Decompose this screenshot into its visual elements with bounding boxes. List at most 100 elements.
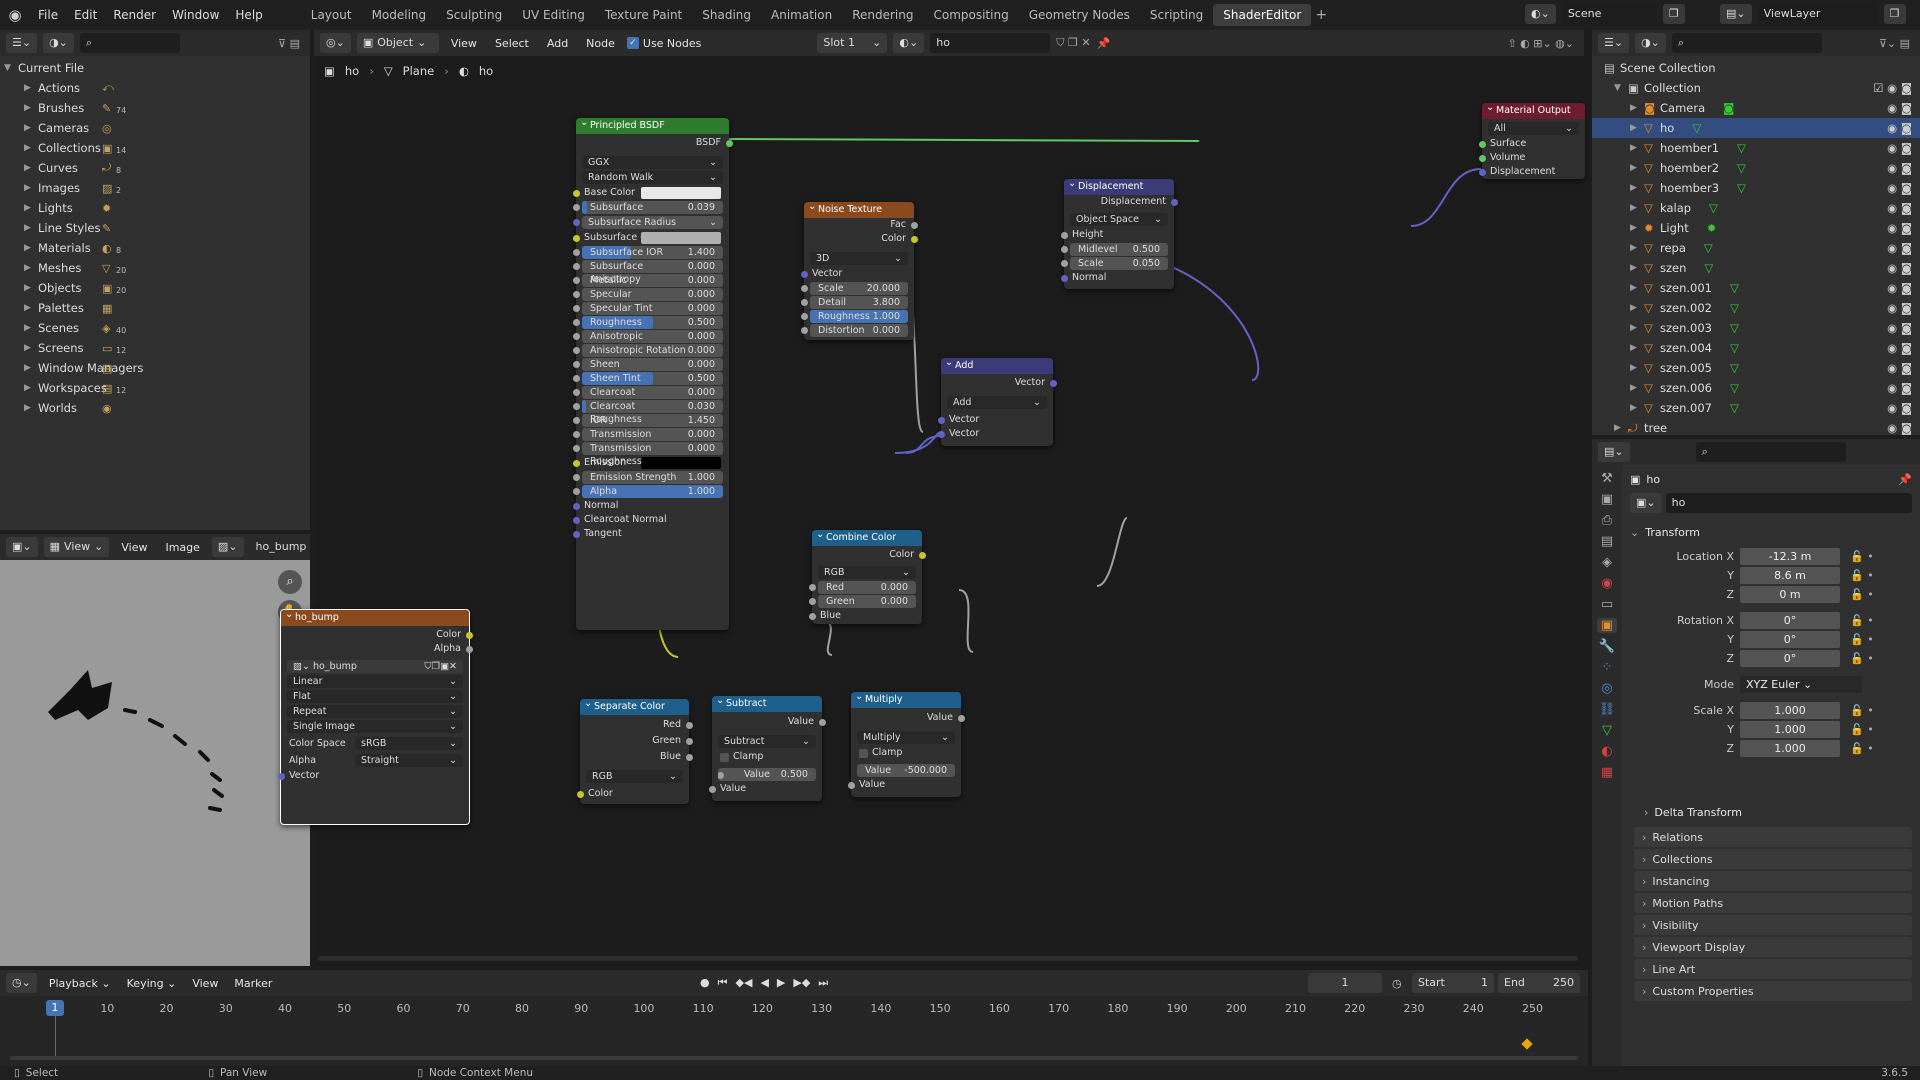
image-editor-type-icon[interactable]: ▣⌄	[6, 537, 38, 557]
visibility-icons[interactable]: ◉ ◙	[1887, 341, 1912, 355]
node-editor-canvas[interactable]: ▣ho› ▽Plane› ◐ho Principled BSDF BSDF GG…	[277, 56, 1585, 966]
delta-transform-header[interactable]: › Delta Transform	[1644, 802, 1742, 822]
playhead[interactable]: 1	[46, 1000, 64, 1016]
lock-icon[interactable]: 🔓 •	[1850, 588, 1874, 601]
shader-type-dropdown[interactable]: ▣ Object ⌄	[356, 33, 439, 53]
noise-dimension-dropdown[interactable]: 3D ⌄	[810, 252, 908, 265]
viewlayer-field[interactable]: ViewLayer	[1757, 4, 1878, 24]
prev-keyframe-icon[interactable]: ◆◀	[736, 976, 753, 990]
world-tab-icon[interactable]: ◉	[1601, 576, 1612, 591]
view-layer-tab-icon[interactable]: ▤	[1601, 534, 1613, 549]
subtract-value-slider[interactable]: Value 0.500	[718, 768, 816, 781]
workspace-tab-texture-paint[interactable]: Texture Paint	[595, 4, 692, 26]
section-instancing[interactable]: › Instancing	[1634, 871, 1912, 891]
file-item-window-managers[interactable]: ▶ Window Managers ▤	[0, 358, 310, 378]
dispRows-midlevel[interactable]: Midlevel 0.500	[1060, 243, 1168, 256]
output-tab-icon[interactable]: ⎙	[1602, 513, 1612, 528]
image-texture-node[interactable]: ho_bump Color Alpha ▨⌄ ho_bump⛉❐▣✕ Linea…	[277, 607, 473, 825]
modifier-tab-icon[interactable]: 🔧	[1599, 639, 1615, 654]
combineRows-red[interactable]: Red 0.000	[808, 581, 916, 594]
play-icon[interactable]: ▶	[777, 976, 785, 990]
material-output-title[interactable]: Material Output	[1482, 100, 1585, 119]
outliner-filter-icon[interactable]: ⊽⌄ ▤	[1879, 37, 1910, 50]
lock-icon[interactable]: 🔓 •	[1850, 614, 1874, 627]
visibility-icons[interactable]: ◉ ◙	[1887, 161, 1912, 175]
particles-tab-icon[interactable]: ⁘	[1602, 660, 1613, 675]
object-row-kalap[interactable]: ▶ ▽ kalap ▽ ◉ ◙	[1592, 198, 1920, 218]
separate-mode-dropdown[interactable]: RGB ⌄	[586, 770, 683, 783]
scene-field[interactable]: Scene	[1561, 4, 1657, 24]
visibility-icons[interactable]: ◉ ◙	[1887, 221, 1912, 235]
display-mode-icon[interactable]: ◑⌄	[43, 33, 74, 53]
subtract-node[interactable]: Subtract Value Subtract⌄ Clamp Value0.50…	[708, 693, 826, 801]
object-row-hoember2[interactable]: ▶ ▽ hoember2 ▽ ◉ ◙	[1592, 158, 1920, 178]
file-item-workspaces[interactable]: ▶ Workspaces ▤ 12	[0, 378, 310, 398]
color-swatch[interactable]	[641, 457, 721, 469]
bsdf-input-sheen[interactable]: Sheen 0.000	[572, 358, 723, 371]
bsdf-input-subsurface[interactable]: Subsurface 0.039	[572, 201, 723, 214]
workspace-tab-modeling[interactable]: Modeling	[362, 4, 437, 26]
object-row-hoember3[interactable]: ▶ ▽ hoember3 ▽ ◉ ◙	[1592, 178, 1920, 198]
multiply-operation-dropdown[interactable]: Multiply ⌄	[857, 731, 955, 744]
record-icon[interactable]: ●	[700, 976, 710, 990]
menu-window[interactable]: Window	[164, 8, 227, 22]
subtract-operation-dropdown[interactable]: Subtract ⌄	[718, 735, 816, 748]
image-canvas[interactable]	[0, 560, 310, 966]
menu-help[interactable]: Help	[227, 8, 270, 22]
location-y-field[interactable]: 8.6 m	[1740, 566, 1840, 584]
timeline-menu-marker[interactable]: Marker	[228, 977, 278, 990]
current-frame-field[interactable]: 1	[1308, 973, 1382, 993]
color-swatch[interactable]	[641, 187, 721, 199]
principled-bsdf-node[interactable]: Principled BSDF BSDF GGX⌄ Random Walk⌄ B…	[572, 115, 733, 630]
visibility-icons[interactable]: ◉ ◙	[1887, 201, 1912, 215]
outliner-type-icon[interactable]: ☰⌄	[1598, 33, 1630, 53]
lock-icon[interactable]: 🔓 •	[1850, 652, 1874, 665]
visibility-icons[interactable]: ◉ ◙	[1887, 401, 1912, 415]
noiseRows-scale[interactable]: Scale 20.000	[800, 282, 908, 295]
slot-dropdown[interactable]: Slot 1 ⌄	[817, 33, 888, 53]
object-row-camera[interactable]: ▶ ◙ Camera ◙ ◉ ◙	[1592, 98, 1920, 118]
image-browse-icon[interactable]: ▨⌄	[211, 537, 244, 557]
lock-icon[interactable]: 🔓 •	[1850, 723, 1874, 736]
node-editor-scrollbar[interactable]	[318, 956, 1578, 961]
location-x-field[interactable]: -12.3 m	[1740, 547, 1840, 565]
bsdf-input-subsurface-radius[interactable]: Subsurface Radius ⌄	[572, 216, 723, 229]
visibility-icons[interactable]: ◉ ◙	[1887, 381, 1912, 395]
data-tab-icon[interactable]: ▽	[1602, 723, 1612, 738]
current-file-row[interactable]: ▼ Current File	[0, 58, 310, 78]
material-name-field[interactable]: ho	[930, 33, 1051, 53]
file-item-line-styles[interactable]: ▶ Line Styles ✎	[0, 218, 310, 238]
physics-tab-icon[interactable]: ◎	[1601, 681, 1612, 696]
file-item-collections[interactable]: ▶ Collections ▣ 14	[0, 138, 310, 158]
location-z-field[interactable]: 0 m	[1740, 585, 1840, 603]
file-item-worlds[interactable]: ▶ Worlds ◉	[0, 398, 310, 418]
view-menu[interactable]: View	[115, 541, 153, 554]
separate-color-node[interactable]: Separate Color Red Green Blue RGB⌄ Color	[576, 696, 693, 804]
scene-outliner-search-input[interactable]: ⌕	[1671, 33, 1822, 53]
zoom-icon[interactable]: ⌕	[278, 570, 302, 594]
preview-range-icon[interactable]: ◷	[1392, 977, 1402, 990]
object-row-hoember1[interactable]: ▶ ▽ hoember1 ▽ ◉ ◙	[1592, 138, 1920, 158]
bsdf-input-anisotropic-rotation[interactable]: Anisotropic Rotation 0.000	[572, 344, 723, 357]
object-row-szen-001[interactable]: ▶ ▽ szen.001 ▽ ◉ ◙	[1592, 278, 1920, 298]
lock-icon[interactable]: 🔓 •	[1850, 704, 1874, 717]
separate-color-title[interactable]: Separate Color	[580, 696, 689, 715]
filter-icon[interactable]: ⊽ ▤	[278, 37, 300, 50]
timeline-menu-keying[interactable]: Keying ⌄	[121, 977, 183, 990]
material-output-node[interactable]: Material Output All⌄ Surface Volume Disp…	[1478, 100, 1585, 179]
lock-icon[interactable]: 🔓 •	[1850, 742, 1874, 755]
properties-pin-icon[interactable]: 📌	[1898, 473, 1912, 486]
visibility-icons[interactable]: ◉ ◙	[1887, 301, 1912, 315]
outliner-display-icon[interactable]: ◑⌄	[1635, 33, 1666, 53]
file-item-lights[interactable]: ▶ Lights ✹	[0, 198, 310, 218]
visibility-icons[interactable]: ◉ ◙	[1887, 241, 1912, 255]
multiply-node[interactable]: Multiply Value Multiply⌄ Clamp Value-500…	[847, 689, 965, 797]
bsdf-input-subsurface-c-[interactable]: Subsurface C...	[572, 231, 729, 245]
bsdf-input-transmission-roughness[interactable]: Transmission Roughness 0.000	[572, 442, 723, 467]
visibility-icons[interactable]: ◉ ◙	[1887, 181, 1912, 195]
section-relations[interactable]: › Relations	[1634, 827, 1912, 847]
scene-tab-icon[interactable]: ◈	[1602, 555, 1612, 570]
workspace-tab-scripting[interactable]: Scripting	[1140, 4, 1213, 26]
object-row-szen-007[interactable]: ▶ ▽ szen.007 ▽ ◉ ◙	[1592, 398, 1920, 418]
timeline-menu-playback[interactable]: Playback ⌄	[43, 977, 117, 990]
